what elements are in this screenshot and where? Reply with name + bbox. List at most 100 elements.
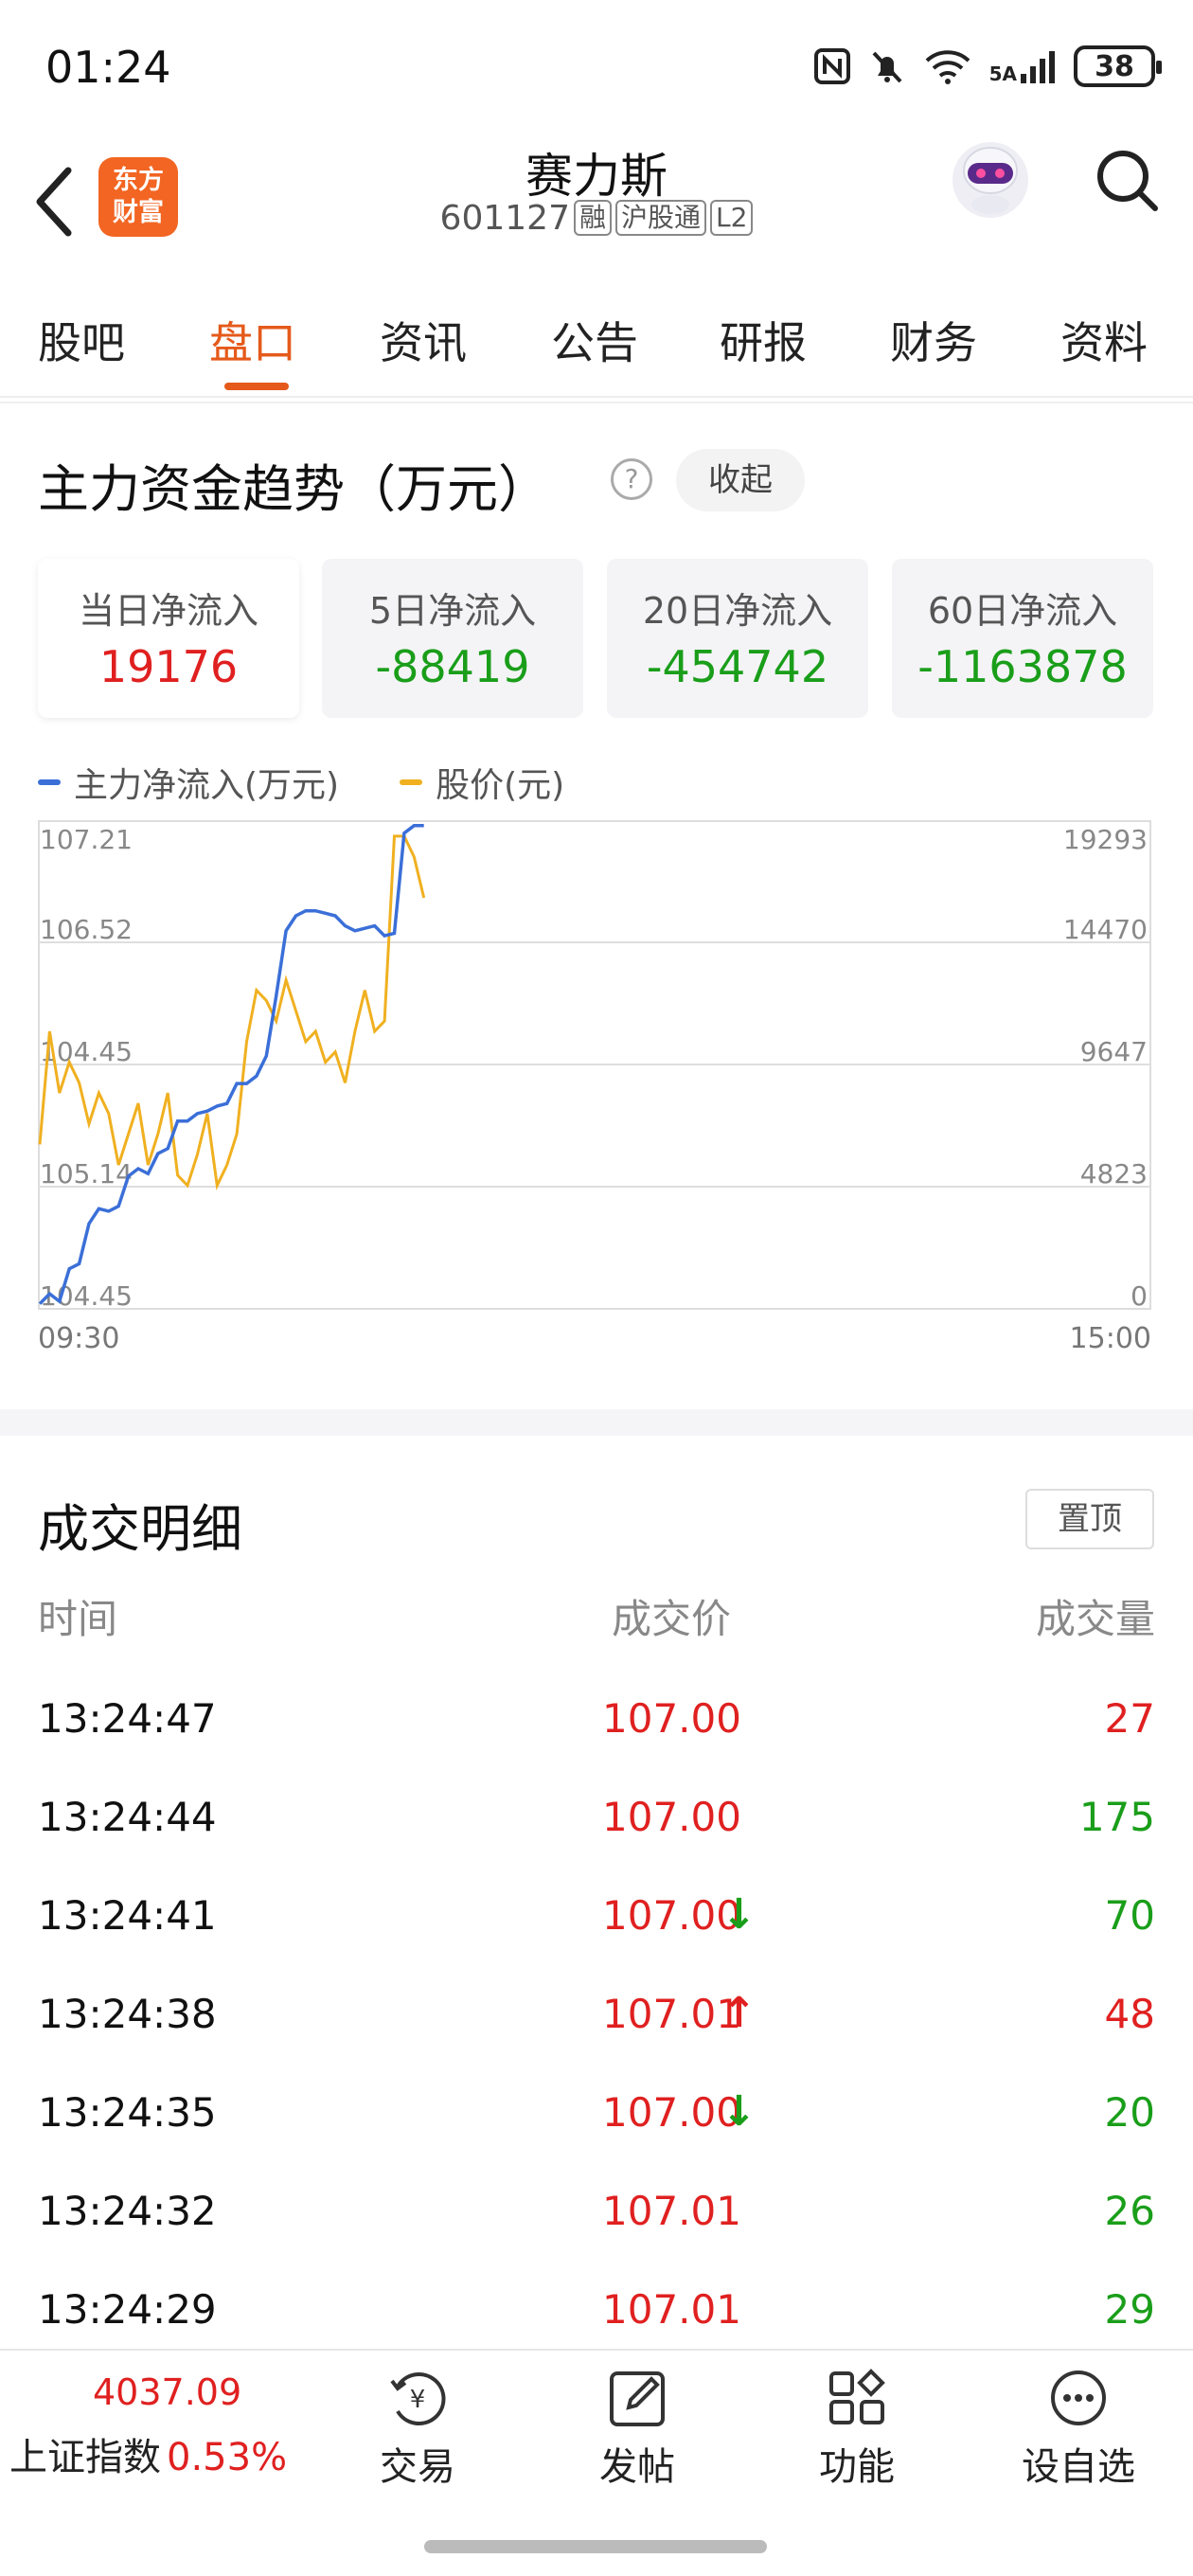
nav-label: 设自选 (1022, 2445, 1135, 2489)
flow-value: -454742 (646, 641, 829, 692)
flow-label: 5日净流入 (368, 590, 537, 632)
trade-price: 107.01 (602, 2188, 741, 2234)
legend-label: 主力净流入(万元) (74, 766, 340, 805)
tab-finance[interactable]: 财务 (890, 309, 977, 371)
col-head-volume: 成交量 (1035, 1596, 1155, 1642)
legend-label: 股价(元) (436, 766, 565, 805)
home-indicator[interactable] (424, 2540, 767, 2553)
trade-volume: 70 (1104, 1892, 1155, 1939)
flow-label: 20日净流入 (642, 590, 833, 632)
trade-time: 13:24:29 (38, 2286, 217, 2333)
tab-news[interactable]: 资讯 (380, 309, 467, 371)
trade-volume: 27 (1104, 1695, 1155, 1742)
nav-label: 交易 (380, 2445, 455, 2489)
mute-bell-icon (872, 51, 902, 83)
signal-label: 5A (988, 63, 1017, 85)
trade-volume: 175 (1078, 1794, 1155, 1840)
flow-card-60d[interactable]: 60日净流入 -1163878 (892, 559, 1153, 718)
legend-item-net-inflow: 主力净流入(万元) (38, 758, 339, 807)
active-tab-indicator (224, 383, 289, 390)
trade-price: 107.00 (602, 1892, 741, 1939)
index-ticker[interactable]: 上证指数 0.53% (9, 2426, 287, 2481)
flow-value: 19176 (98, 641, 239, 692)
left-axis-tick: 106.52 (40, 914, 133, 945)
arrow-down-icon: ↓ (721, 2087, 757, 2136)
flow-card-5d[interactable]: 5日净流入 -88419 (322, 559, 583, 718)
fund-trend-chart: 107.21106.52104.45105.14104.451929314470… (38, 820, 1151, 1312)
left-axis-tick: 107.21 (40, 824, 133, 855)
trade-time: 13:24:47 (38, 1695, 217, 1742)
trade-volume: 20 (1104, 2089, 1155, 2136)
tabs-divider (0, 396, 1193, 398)
trade-volume: 48 (1104, 1991, 1155, 2037)
trade-volume: 26 (1104, 2188, 1155, 2234)
right-axis-tick: 0 (1131, 1280, 1148, 1312)
tag-connect: 沪股通 (615, 200, 707, 236)
header: 东方 财富 赛力斯 601127 融沪股通 L2 (0, 133, 1193, 403)
right-axis-tick: 19293 (1063, 824, 1148, 855)
tag-level2: L2 (710, 200, 754, 236)
index-value[interactable]: 4037.09 (93, 2371, 241, 2413)
trade-yen-icon: ¥ (390, 2372, 446, 2425)
battery-icon: 38 (1074, 45, 1162, 87)
wifi-icon (925, 50, 970, 84)
section-separator (0, 1409, 1193, 1436)
nav-functions[interactable]: 功能 (786, 2368, 928, 2491)
trade-price: 107.01 (602, 1991, 741, 2037)
grid-functions-icon (829, 2369, 885, 2424)
nav-label: 发帖 (599, 2445, 675, 2489)
tab-pankou[interactable]: 盘口 (209, 309, 296, 371)
flow-value: -88419 (375, 641, 530, 692)
tab-profile[interactable]: 资料 (1060, 309, 1148, 371)
collapse-button[interactable]: 收起 (676, 449, 805, 511)
trade-row: 13:24:47 107.00 27 (0, 1676, 1193, 1775)
trade-time: 13:24:32 (38, 2188, 217, 2234)
arrow-down-icon: ↓ (721, 1890, 757, 1939)
trade-price: 107.00 (602, 2089, 741, 2136)
trade-price: 107.00 (602, 1794, 741, 1840)
nav-add-watchlist[interactable]: 设自选 (1007, 2368, 1149, 2491)
flow-card-20d[interactable]: 20日净流入 -454742 (607, 559, 868, 718)
fund-trend-title: 主力资金趋势（万元） (38, 459, 549, 519)
trade-row: 13:24:41 107.00 ↓ 70 (0, 1873, 1193, 1972)
chart-legend: 主力净流入(万元) 股价(元) (38, 758, 625, 807)
right-axis-tick: 4823 (1080, 1158, 1148, 1190)
col-head-price: 成交价 (612, 1596, 732, 1642)
search-icon[interactable] (1095, 144, 1161, 220)
right-axis-tick: 9647 (1080, 1036, 1148, 1067)
arrow-up-icon: ↑ (721, 1989, 757, 2037)
flow-label: 60日净流入 (927, 590, 1118, 632)
col-head-time: 时间 (38, 1596, 118, 1642)
cell-signal-icon: 5A (989, 47, 1057, 85)
chart-time-start: 09:30 (38, 1322, 120, 1355)
legend-swatch-orange (400, 779, 423, 785)
trade-price: 107.01 (602, 2286, 741, 2333)
right-axis-tick: 14470 (1063, 914, 1148, 945)
tab-research[interactable]: 研报 (720, 309, 807, 371)
flow-card-today[interactable]: 当日净流入 19176 (38, 559, 299, 718)
robot-assistant-icon[interactable] (945, 133, 1036, 224)
nfc-icon (813, 48, 850, 84)
pin-top-button[interactable]: 置顶 (1025, 1489, 1154, 1549)
header-divider (0, 402, 1193, 403)
trade-time: 13:24:35 (38, 2089, 217, 2136)
flow-label: 当日净流入 (78, 590, 258, 632)
svg-text:¥: ¥ (410, 2386, 426, 2414)
more-dots-icon (1051, 2370, 1106, 2425)
trade-volume: 29 (1104, 2286, 1155, 2333)
status-bar: 01:24 5A 38 (0, 0, 1193, 142)
help-icon[interactable]: ? (611, 458, 652, 500)
flow-value: -1163878 (917, 641, 1128, 692)
nav-trade[interactable]: ¥ 交易 (347, 2368, 489, 2491)
trade-row: 13:24:35 107.00 ↓ 20 (0, 2070, 1193, 2169)
index-name: 上证指数 (9, 2436, 161, 2479)
price-series-line (38, 834, 426, 1190)
status-icons: 5A 38 (813, 45, 1162, 87)
nav-post[interactable]: 发帖 (566, 2368, 708, 2491)
tab-guba[interactable]: 股吧 (38, 309, 125, 371)
trade-time: 13:24:44 (38, 1794, 217, 1840)
trade-time: 13:24:38 (38, 1991, 217, 2037)
tab-announcements[interactable]: 公告 (551, 309, 638, 371)
nav-label: 功能 (819, 2445, 895, 2489)
legend-item-price: 股价(元) (400, 758, 564, 807)
